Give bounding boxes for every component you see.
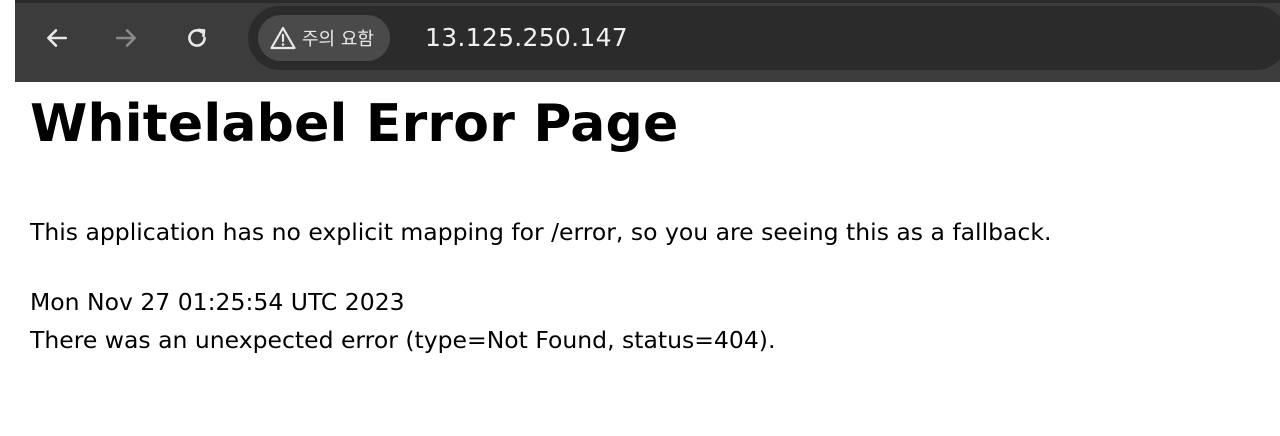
address-bar[interactable]: 주의 요함 13.125.250.147	[248, 6, 1280, 70]
reload-button[interactable]	[177, 18, 217, 58]
error-description: This application has no explicit mapping…	[30, 218, 1052, 246]
security-status-chip[interactable]: 주의 요함	[258, 15, 390, 61]
browser-toolbar: 주의 요함 13.125.250.147	[15, 0, 1280, 82]
error-detail: There was an unexpected error (type=Not …	[30, 326, 776, 354]
arrow-right-icon	[116, 29, 136, 47]
url-text[interactable]: 13.125.250.147	[425, 23, 628, 53]
forward-button[interactable]	[106, 18, 146, 58]
security-status-label: 주의 요함	[302, 29, 374, 50]
error-timestamp: Mon Nov 27 01:25:54 UTC 2023	[30, 288, 405, 316]
warning-triangle-icon	[270, 26, 296, 50]
page-title: Whitelabel Error Page	[30, 94, 679, 154]
reload-icon	[188, 28, 206, 47]
arrow-left-icon	[47, 29, 67, 47]
back-button[interactable]	[37, 18, 77, 58]
